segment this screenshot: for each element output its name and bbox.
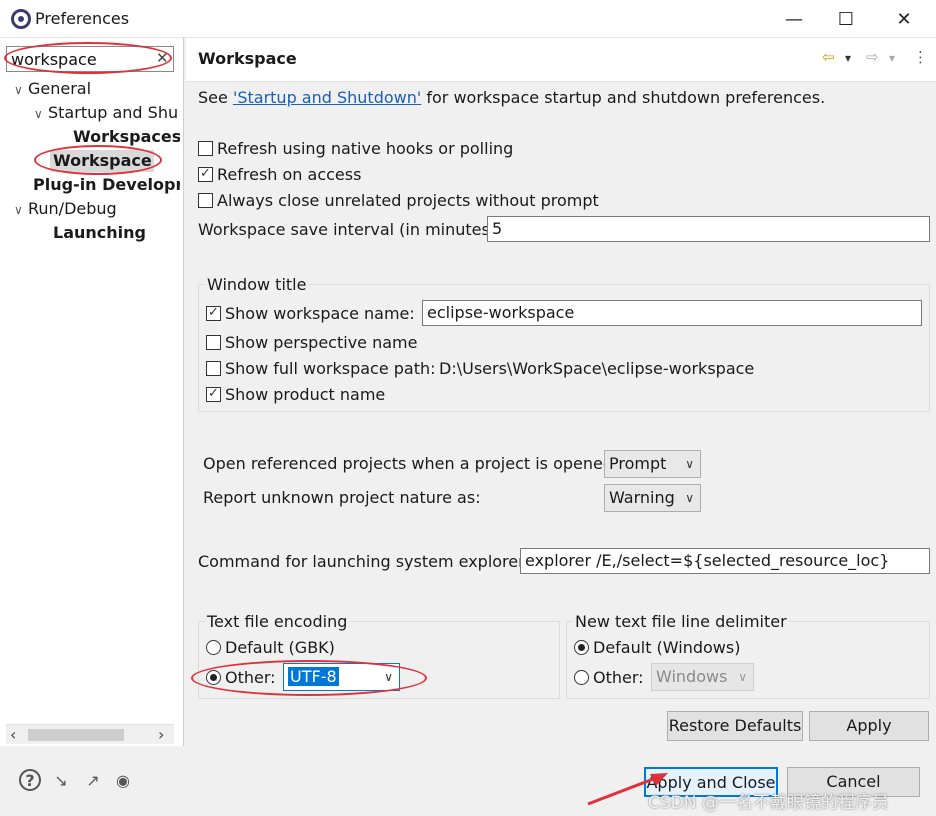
delimiter-other-option[interactable]: Other: bbox=[574, 668, 644, 687]
intro-prefix: See bbox=[198, 88, 233, 107]
close-button[interactable]: ✕ bbox=[878, 0, 930, 38]
selected-value: Warning bbox=[609, 488, 675, 507]
watermark: CSDN @一名不戴眼镜的程序员 bbox=[648, 793, 889, 813]
line-delimiter-group-label: New text file line delimiter bbox=[573, 612, 789, 631]
encoding-default-option[interactable]: Default (GBK) bbox=[206, 638, 335, 657]
tree-item-label: General bbox=[28, 79, 92, 98]
import-icon[interactable]: ↘ bbox=[50, 769, 72, 791]
show-workspace-name-option[interactable]: ✓ Show workspace name: bbox=[206, 304, 415, 323]
chevron-down-icon: ∨ bbox=[384, 670, 393, 684]
back-arrow-icon[interactable]: ⇦ bbox=[822, 48, 835, 66]
encoding-other-radio[interactable] bbox=[206, 670, 221, 685]
option-label: Show perspective name bbox=[225, 333, 418, 352]
help-icon[interactable]: ? bbox=[19, 769, 41, 791]
always-close-checkbox[interactable] bbox=[198, 193, 213, 208]
option-label: Refresh on access bbox=[217, 165, 362, 184]
eclipse-app-icon bbox=[11, 9, 31, 29]
option-label: Refresh using native hooks or polling bbox=[217, 139, 514, 158]
save-interval-input[interactable]: 5 bbox=[487, 216, 930, 242]
tree-item-label: Run/Debug bbox=[28, 199, 117, 218]
expanded-chevron-icon[interactable]: ∨ bbox=[14, 199, 28, 220]
delimiter-default-option[interactable]: Default (Windows) bbox=[574, 638, 740, 657]
export-icon[interactable]: ↗ bbox=[82, 769, 104, 791]
report-unknown-label: Report unknown project nature as: bbox=[203, 488, 481, 507]
show-workspace-name-checkbox[interactable]: ✓ bbox=[206, 306, 221, 321]
save-interval-label: Workspace save interval (in minutes): bbox=[198, 220, 502, 239]
option-label: Other: bbox=[225, 668, 276, 687]
refresh-access-option[interactable]: ✓ Refresh on access bbox=[198, 165, 361, 184]
tree-item-workspace-selected[interactable]: Workspace bbox=[50, 150, 154, 172]
tree-item-launching[interactable]: Launching bbox=[53, 222, 180, 244]
delimiter-default-radio[interactable] bbox=[574, 640, 589, 655]
filter-box[interactable]: ✕ bbox=[6, 46, 174, 72]
refresh-access-checkbox[interactable]: ✓ bbox=[198, 167, 213, 182]
open-referenced-label: Open referenced projects when a project … bbox=[203, 454, 619, 473]
record-icon[interactable]: ◉ bbox=[112, 769, 134, 791]
show-full-path-option[interactable]: Show full workspace path: bbox=[206, 359, 436, 378]
intro-suffix: for workspace startup and shutdown prefe… bbox=[421, 88, 826, 107]
apply-button[interactable]: Apply bbox=[809, 711, 929, 741]
maximize-button[interactable]: ☐ bbox=[820, 0, 872, 38]
show-perspective-checkbox[interactable] bbox=[206, 335, 221, 350]
tree-item-plugin-development[interactable]: Plug-in Developr bbox=[33, 174, 180, 196]
scroll-right-icon[interactable]: › bbox=[158, 725, 164, 744]
open-referenced-select[interactable]: Prompt ∨ bbox=[604, 450, 701, 478]
window-title-group-label: Window title bbox=[205, 275, 309, 294]
selected-value: UTF-8 bbox=[288, 667, 339, 686]
option-label: Other: bbox=[593, 668, 644, 687]
filter-input[interactable] bbox=[11, 49, 151, 69]
show-perspective-option[interactable]: Show perspective name bbox=[206, 333, 417, 352]
full-workspace-path-value: D:\Users\WorkSpace\eclipse-workspace bbox=[439, 359, 755, 378]
refresh-hooks-checkbox[interactable] bbox=[198, 141, 213, 156]
option-label: Default (Windows) bbox=[593, 638, 741, 657]
selected-value: Windows bbox=[656, 667, 728, 686]
selected-value: Prompt bbox=[609, 454, 667, 473]
encoding-other-select[interactable]: UTF-8 ∨ bbox=[283, 663, 400, 691]
arrow-shaft bbox=[587, 776, 657, 806]
forward-arrow-icon[interactable]: ⇨ bbox=[866, 48, 879, 66]
tree-item-general[interactable]: ∨ General bbox=[14, 78, 180, 100]
option-label: Always close unrelated projects without … bbox=[217, 191, 599, 210]
report-unknown-select[interactable]: Warning ∨ bbox=[604, 484, 701, 512]
delimiter-other-radio[interactable] bbox=[574, 670, 589, 685]
expanded-chevron-icon[interactable]: ∨ bbox=[14, 79, 28, 100]
page-title: Workspace bbox=[198, 49, 297, 68]
tree-item-label: Startup and Shu bbox=[48, 103, 179, 122]
encoding-default-radio[interactable] bbox=[206, 640, 221, 655]
restore-defaults-button[interactable]: Restore Defaults bbox=[667, 711, 803, 741]
option-label: Show full workspace path: bbox=[225, 359, 436, 378]
intro-text: See 'Startup and Shutdown' for workspace… bbox=[198, 88, 825, 107]
scroll-left-icon[interactable]: ‹ bbox=[10, 725, 16, 744]
minimize-button[interactable]: — bbox=[768, 0, 820, 38]
option-label: Default (GBK) bbox=[225, 638, 335, 657]
chevron-down-icon: ∨ bbox=[738, 670, 747, 684]
workspace-name-input[interactable]: eclipse-workspace bbox=[422, 300, 922, 326]
chevron-down-icon: ∨ bbox=[685, 491, 694, 505]
back-dropdown-icon[interactable]: ▾ bbox=[845, 51, 851, 65]
always-close-option[interactable]: Always close unrelated projects without … bbox=[198, 191, 599, 210]
option-label: Show workspace name: bbox=[225, 304, 415, 323]
show-product-option[interactable]: ✓ Show product name bbox=[206, 385, 385, 404]
show-full-path-checkbox[interactable] bbox=[206, 361, 221, 376]
encoding-other-option[interactable]: Other: bbox=[206, 668, 276, 687]
forward-dropdown-icon[interactable]: ▾ bbox=[889, 51, 895, 65]
refresh-hooks-option[interactable]: Refresh using native hooks or polling bbox=[198, 139, 513, 158]
tree-item-workspaces[interactable]: Workspaces bbox=[73, 126, 180, 148]
scroll-thumb[interactable] bbox=[28, 729, 124, 741]
option-label: Show product name bbox=[225, 385, 386, 404]
tree-item-rundebug[interactable]: ∨ Run/Debug bbox=[14, 198, 180, 220]
view-menu-icon[interactable]: ⋮ bbox=[913, 48, 928, 66]
show-product-checkbox[interactable]: ✓ bbox=[206, 387, 221, 402]
explorer-command-label: Command for launching system explorer: bbox=[198, 552, 530, 571]
text-encoding-group-label: Text file encoding bbox=[205, 612, 350, 631]
tree-horizontal-scrollbar[interactable]: ‹ › bbox=[6, 724, 174, 744]
window-title: Preferences bbox=[35, 9, 130, 28]
startup-shutdown-link[interactable]: 'Startup and Shutdown' bbox=[233, 88, 421, 107]
tree-item-startup[interactable]: ∨ Startup and Shu bbox=[34, 102, 180, 124]
expanded-chevron-icon[interactable]: ∨ bbox=[34, 103, 48, 124]
clear-filter-icon[interactable]: ✕ bbox=[156, 49, 169, 67]
explorer-command-input[interactable]: explorer /E,/select=${selected_resource_… bbox=[520, 548, 930, 574]
delimiter-other-select: Windows ∨ bbox=[651, 663, 754, 691]
chevron-down-icon: ∨ bbox=[685, 457, 694, 471]
